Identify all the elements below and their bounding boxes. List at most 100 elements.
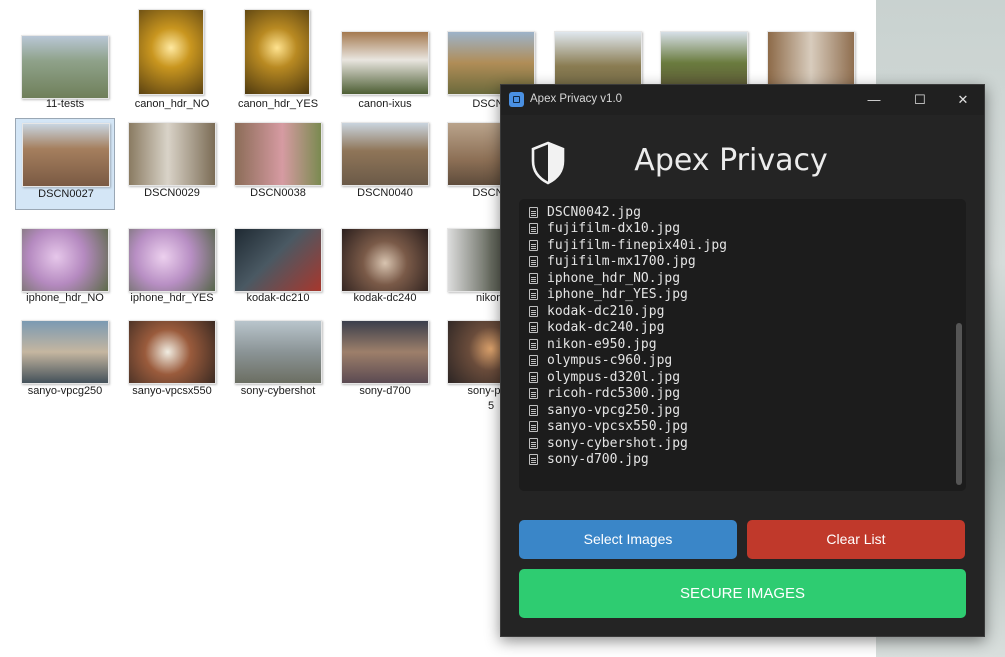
file-icon [529, 421, 538, 432]
thumbnail-item[interactable]: canon_hdr_NO [122, 9, 222, 121]
thumbnail-label: 11-tests [45, 98, 85, 110]
thumbnail-image [234, 320, 322, 384]
thumbnail-image [21, 228, 109, 292]
thumbnail-label: kodak-dc210 [246, 292, 310, 304]
file-list-item[interactable]: fujifilm-dx10.jpg [529, 221, 680, 237]
thumbnail-image [341, 228, 429, 292]
file-list-item[interactable]: nikon-e950.jpg [529, 336, 657, 352]
minimize-button[interactable]: — [851, 85, 897, 115]
close-button[interactable]: ✕ [940, 85, 986, 115]
file-list-item[interactable]: fujifilm-finepix40i.jpg [529, 237, 727, 253]
thumbnail-image [21, 320, 109, 384]
thumbnail-item[interactable]: sanyo-vpcsx550 [122, 316, 222, 408]
thumbnail-item[interactable]: iphone_hdr_NO [15, 223, 115, 315]
thumbnail-image [341, 122, 429, 186]
thumbnail-item[interactable]: DSCN0029 [122, 118, 222, 210]
thumbnail-image [244, 9, 310, 95]
window-title: Apex Privacy v1.0 [530, 93, 623, 105]
thumbnail-item[interactable]: canon_hdr_YES [228, 9, 328, 121]
thumbnail-image [128, 320, 216, 384]
thumbnail-item[interactable]: 11-tests [15, 29, 115, 121]
file-name: nikon-e950.jpg [547, 336, 657, 352]
file-icon [529, 437, 538, 449]
file-list-item[interactable]: fujifilm-mx1700.jpg [529, 254, 696, 270]
thumbnail-label: canon_hdr_YES [237, 98, 319, 110]
file-name: sony-d700.jpg [547, 452, 649, 467]
file-name: olympus-c960.jpg [547, 353, 673, 368]
file-name: sony-cybershot.jpg [547, 435, 688, 451]
file-list-item[interactable]: iphone_hdr_NO.jpg [529, 270, 680, 286]
file-list-item[interactable]: DSCN0042.jpg [529, 204, 641, 220]
thumbnail-item[interactable]: iphone_hdr_YES [122, 223, 222, 315]
title-bar[interactable]: Apex Privacy v1.0 — ☐ ✕ [501, 85, 984, 115]
file-list-item[interactable]: sanyo-vpcg250.jpg [529, 402, 680, 418]
thumbnail-image [138, 9, 204, 95]
file-list-item[interactable]: sony-cybershot.jpg [529, 435, 688, 451]
file-icon [529, 206, 538, 218]
file-icon [529, 371, 538, 383]
thumbnail-image [234, 228, 322, 292]
thumbnail-image [341, 320, 429, 384]
thumbnail-label: canon-ixus [358, 98, 412, 110]
thumbnail-label: canon_hdr_NO [134, 98, 210, 110]
shield-icon [531, 141, 565, 185]
thumbnail-item[interactable]: DSCN0040 [335, 118, 435, 210]
thumbnail-item[interactable]: sony-d700 [335, 316, 435, 408]
secure-images-button[interactable]: SECURE IMAGES [519, 569, 966, 618]
file-list-item[interactable]: sony-d700.jpg [529, 452, 649, 468]
clear-list-button[interactable]: Clear List [747, 520, 965, 559]
file-list-item[interactable]: ricoh-rdc5300.jpg [529, 386, 680, 402]
app-heading: Apex Privacy [634, 143, 828, 178]
select-images-button[interactable]: Select Images [519, 520, 737, 559]
file-list-item[interactable]: olympus-d320l.jpg [529, 369, 680, 385]
thumbnail-label: DSCN0029 [144, 187, 200, 199]
thumbnail-item-selected[interactable]: DSCN0027 [15, 118, 115, 210]
thumbnail-image [21, 35, 109, 99]
file-list-item[interactable]: olympus-c960.jpg [529, 353, 672, 369]
thumbnail-label: sony-d700 [359, 385, 411, 397]
file-icon [529, 338, 538, 350]
thumbnail-label: sanyo-vpcg250 [27, 385, 103, 397]
file-list-item[interactable]: iphone_hdr_YES.jpg [529, 287, 688, 303]
file-icon [529, 388, 538, 399]
file-list-item[interactable]: kodak-dc210.jpg [529, 303, 664, 319]
thumbnail-item[interactable]: DSCN0038 [228, 118, 328, 210]
thumbnail-label: sanyo-vpcsx550 [132, 385, 212, 397]
thumbnail-label: DSCN0040 [357, 187, 413, 199]
thumbnail-item[interactable]: kodak-dc210 [228, 223, 328, 315]
thumbnail-item[interactable]: sanyo-vpcg250 [15, 316, 115, 408]
file-name: fujifilm-mx1700.jpg [547, 254, 696, 269]
file-icon [529, 305, 538, 317]
thumbnail-item[interactable]: kodak-dc240 [335, 223, 435, 315]
thumbnail-image [234, 122, 322, 186]
thumbnail-label: DSCN0038 [250, 187, 306, 199]
file-list[interactable]: DSCN0042.jpg fujifilm-dx10.jpg fujifilm-fi… [519, 199, 966, 491]
file-name: fujifilm-finepix40i.jpg [547, 237, 728, 253]
file-icon [529, 223, 538, 234]
file-icon [529, 454, 538, 465]
file-name: sanyo-vpcg250.jpg [547, 402, 681, 418]
file-name: ricoh-rdc5300.jpg [547, 386, 681, 401]
thumbnail-label: sony-cybershot [240, 385, 316, 397]
thumbnail-label: iphone_hdr_YES [130, 292, 214, 304]
scrollbar-thumb[interactable] [956, 323, 962, 485]
file-icon [529, 272, 538, 284]
file-name: DSCN0042.jpg [547, 204, 641, 220]
file-name: sanyo-vpcsx550.jpg [547, 419, 688, 434]
file-name: iphone_hdr_YES.jpg [547, 287, 688, 302]
thumbnail-item[interactable]: canon-ixus [335, 29, 435, 121]
file-name: kodak-dc210.jpg [547, 303, 665, 319]
file-icon [529, 322, 538, 333]
file-list-item[interactable]: sanyo-vpcsx550.jpg [529, 419, 688, 435]
thumbnail-image [128, 122, 216, 186]
maximize-button[interactable]: ☐ [897, 85, 943, 115]
file-icon [529, 239, 538, 251]
file-name: kodak-dc240.jpg [547, 320, 665, 335]
app-icon [509, 92, 524, 107]
thumbnail-image [128, 228, 216, 292]
file-name: iphone_hdr_NO.jpg [547, 270, 681, 286]
file-name: olympus-d320l.jpg [547, 369, 681, 385]
file-name: fujifilm-dx10.jpg [547, 221, 681, 236]
thumbnail-item[interactable]: sony-cybershot [228, 316, 328, 408]
file-list-item[interactable]: kodak-dc240.jpg [529, 320, 664, 336]
